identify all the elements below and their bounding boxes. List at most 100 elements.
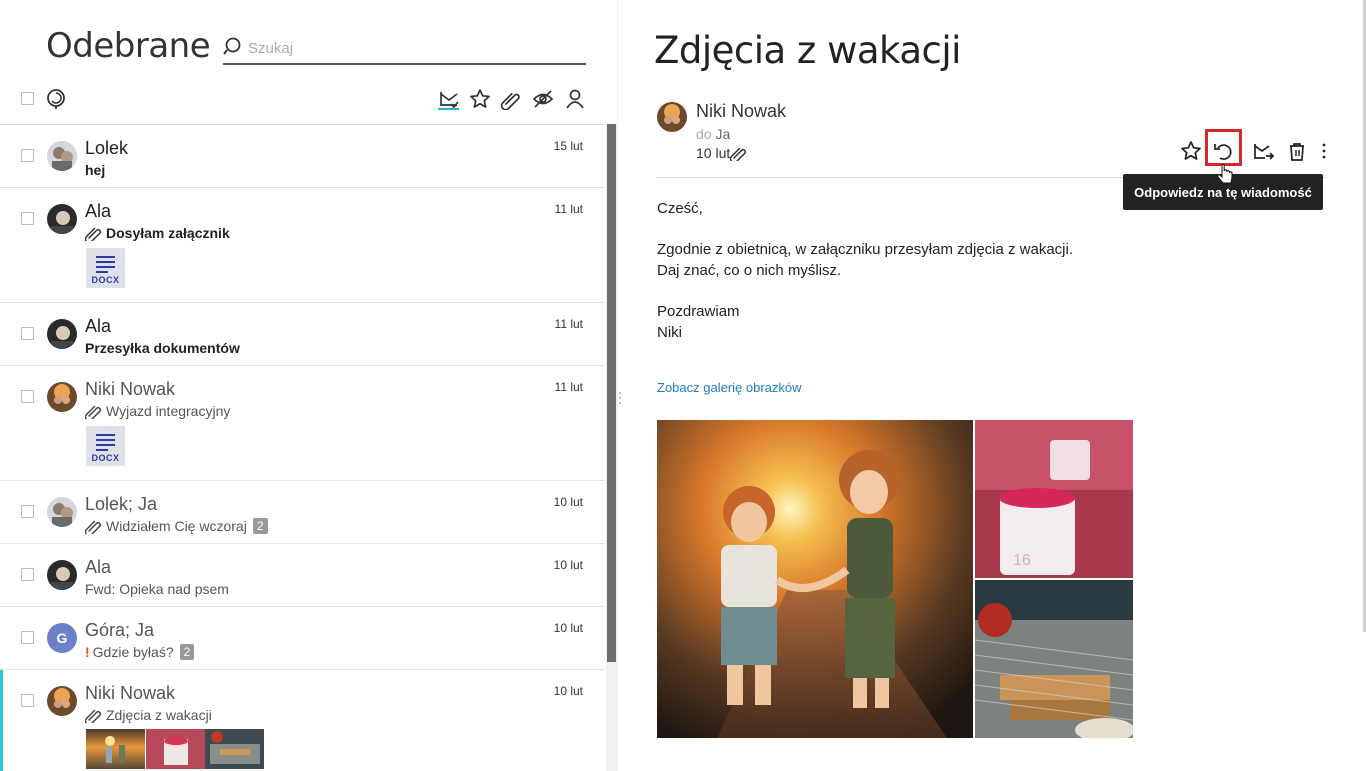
inbox-pane: Odebrane Szukaj Lolek 15 lut hej Ala 11 … (0, 0, 617, 771)
avatar (47, 319, 77, 349)
active-filter-indicator (438, 108, 459, 110)
gallery-image-grill[interactable] (975, 580, 1133, 738)
file-type-label: DOCX (91, 453, 120, 463)
avatar (47, 560, 77, 590)
date: 10 lut (553, 684, 583, 698)
star-button[interactable] (1180, 140, 1202, 162)
date: 10 lut (553, 558, 583, 572)
avatar: G (47, 623, 77, 653)
gallery-link[interactable]: Zobacz galerię obrazków (657, 380, 802, 395)
subject-text: Wyjazd integracyjny (106, 403, 231, 419)
move-button[interactable] (1252, 140, 1275, 162)
row-checkbox[interactable] (21, 212, 34, 225)
reply-highlight (1205, 129, 1242, 166)
message-row[interactable]: Ala 10 lut Fwd: Opieka nad psem (0, 544, 605, 607)
subject: Zdjęcia z wakacji (84, 707, 212, 726)
date: 10 lut (553, 495, 583, 509)
docx-attachment[interactable]: DOCX (86, 248, 125, 288)
sender: Niki Nowak (85, 379, 176, 399)
more-button[interactable] (1316, 140, 1338, 162)
row-checkbox[interactable] (21, 149, 34, 162)
row-checkbox[interactable] (21, 694, 34, 707)
message-date-text: 10 lut (696, 145, 731, 161)
thread-count-badge: 2 (179, 644, 195, 660)
more-icon (1322, 143, 1326, 159)
avatar (47, 204, 77, 234)
date: 11 lut (554, 380, 583, 394)
sender: Ala (85, 201, 112, 221)
image-thumbnail[interactable] (205, 729, 264, 769)
delete-icon (1290, 143, 1304, 161)
date: 15 lut (553, 139, 583, 153)
subject-text: Zdjęcia z wakacji (106, 707, 212, 723)
delete-button[interactable] (1286, 140, 1308, 162)
message-pane: Zdjęcia z wakacji Niki Nowak do Ja 10 lu… (618, 0, 1366, 771)
message-from[interactable]: Niki Nowak (696, 101, 786, 122)
sender-avatar (657, 102, 687, 132)
subject-text: hej (85, 162, 106, 178)
message-row-selected[interactable]: Niki Nowak 10 lut Zdjęcia z wakacji (0, 670, 605, 771)
contact-filter-icon[interactable] (564, 88, 586, 110)
search-input[interactable] (248, 36, 568, 60)
message-row[interactable]: Niki Nowak 11 lut Wyjazd integracyjny DO… (0, 366, 605, 481)
star-filter-icon[interactable] (469, 88, 491, 110)
refresh-icon[interactable] (45, 88, 67, 110)
subject-text: Gdzie byłaś? (92, 644, 174, 660)
sender: Lolek (85, 138, 129, 158)
image-thumbnail[interactable] (86, 729, 145, 769)
gallery-image-children[interactable] (657, 420, 973, 738)
avatar (47, 382, 77, 412)
sender: Ala (85, 557, 112, 577)
date: 11 lut (554, 202, 583, 216)
sender: Ala (85, 316, 112, 336)
body-closing: Pozdrawiam (657, 303, 740, 320)
hand-cursor-icon (1216, 163, 1234, 188)
list-scrollbar[interactable] (607, 124, 616, 662)
subject-text: Fwd: Opieka nad psem (85, 581, 229, 597)
attachment-icon (84, 403, 104, 422)
page-title: Odebrane (46, 26, 211, 66)
to-value[interactable]: Ja (715, 126, 730, 142)
search-icon[interactable] (223, 36, 245, 58)
search-bar[interactable] (223, 32, 586, 65)
sender: Góra; Ja (85, 620, 155, 640)
message-title: Zdjęcia z wakacji (654, 29, 961, 72)
hidden-filter-icon[interactable] (532, 88, 554, 110)
subject-text: Przesyłka dokumentów (85, 340, 240, 356)
row-checkbox[interactable] (21, 631, 34, 644)
message-row[interactable]: Ala 11 lut Przesyłka dokumentów (0, 303, 605, 366)
row-checkbox[interactable] (21, 390, 34, 403)
select-all-checkbox[interactable] (21, 92, 34, 105)
body-greeting: Cześć, (657, 200, 703, 217)
gallery-image-drink[interactable]: 16 (975, 420, 1133, 578)
move-icon (1254, 144, 1275, 160)
message-recipient: do Ja (696, 126, 730, 142)
body-line: Zgodnie z obietnicą, w załączniku przesy… (657, 241, 1074, 258)
sender: Niki Nowak (85, 683, 176, 703)
row-checkbox[interactable] (21, 568, 34, 581)
message-row[interactable]: Lolek; Ja 10 lut Widziałem Cię wczoraj 2 (0, 481, 605, 544)
message-row[interactable]: Ala 11 lut Dosyłam załącznik DOCX (0, 188, 605, 303)
message-date: 10 lut (696, 145, 749, 164)
document-icon (96, 434, 115, 454)
subject-text: Dosyłam załącznik (106, 225, 230, 241)
image-gallery: 16 (657, 420, 1133, 738)
row-checkbox[interactable] (21, 505, 34, 518)
subject-text: Widziałem Cię wczoraj (106, 518, 247, 534)
subject: Dosyłam załącznik (84, 225, 230, 244)
body-signature: Niki (657, 324, 682, 341)
message-row[interactable]: G Góra; Ja 10 lut ! Gdzie byłaś? 2 (0, 607, 605, 670)
docx-attachment[interactable]: DOCX (86, 426, 125, 466)
attachment-filter-icon[interactable] (500, 88, 522, 111)
message-row[interactable]: Lolek 15 lut hej (0, 125, 605, 188)
image-thumbnail[interactable] (146, 729, 205, 769)
row-checkbox[interactable] (21, 327, 34, 340)
date: 11 lut (554, 317, 583, 331)
attachment-icon (729, 145, 749, 164)
sender: Lolek; Ja (85, 494, 158, 514)
attachment-icon (84, 707, 104, 726)
cup-number: 16 (1013, 552, 1031, 569)
document-icon (96, 256, 115, 276)
unread-filter-icon[interactable] (438, 88, 460, 110)
attachment-icon (84, 518, 104, 537)
